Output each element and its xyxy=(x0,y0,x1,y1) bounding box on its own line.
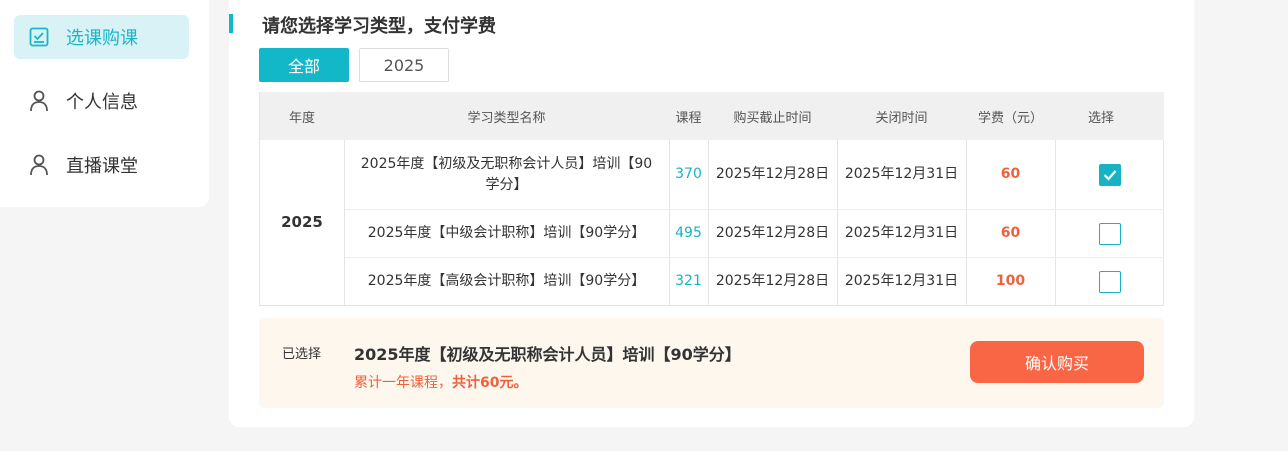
selected-label: 已选择 xyxy=(282,347,322,362)
sidebar-item-label: 直播课堂 xyxy=(66,156,138,177)
purchase-deadline: 2025年12月28日 xyxy=(715,273,830,289)
tab-all[interactable]: 全部 xyxy=(259,48,349,82)
close-time: 2025年12月31日 xyxy=(844,166,959,182)
check-icon xyxy=(1103,169,1116,181)
select-cell xyxy=(1055,140,1164,209)
sidebar: 选课购课 个人信息 直播课堂 xyxy=(0,0,209,207)
close-time: 2025年12月31日 xyxy=(844,225,959,241)
user-icon xyxy=(28,154,50,176)
lesson-count[interactable]: 495 xyxy=(669,210,708,257)
checklist-icon xyxy=(28,26,50,48)
header-year: 年度 xyxy=(288,110,315,126)
lesson-count[interactable]: 370 xyxy=(669,140,708,209)
header-select: 选择 xyxy=(1087,110,1114,126)
close-time: 2025年12月31日 xyxy=(844,273,959,289)
select-checkbox[interactable] xyxy=(1098,222,1121,245)
tab-2025[interactable]: 2025 xyxy=(359,48,449,82)
course-type-name: 2025年度【中级会计职称】培训【90学分】 xyxy=(367,225,646,241)
purchase-deadline: 2025年12月28日 xyxy=(715,166,830,182)
sidebar-item-label: 个人信息 xyxy=(66,92,138,113)
sidebar-item-label: 选课购课 xyxy=(66,28,138,49)
header-type-name: 学习类型名称 xyxy=(467,110,546,126)
purchase-deadline: 2025年12月28日 xyxy=(715,225,830,241)
course-type-name: 2025年度【初级及无职称会计人员】培训【90学分】 xyxy=(360,155,653,193)
select-checkbox[interactable] xyxy=(1098,270,1121,293)
header-lessons: 课程 xyxy=(675,110,702,126)
confirm-purchase-button[interactable]: 确认购买 xyxy=(970,341,1144,383)
selection-summary: 已选择 2025年度【初级及无职称会计人员】培训【90学分】 累计一年课程，共计… xyxy=(259,318,1164,408)
select-checkbox[interactable] xyxy=(1098,163,1121,186)
main-panel: 请您选择学习类型，支付学费 全部 2025 年度 学习类型名称 课程 购买截止时… xyxy=(229,0,1194,427)
sidebar-item-live-class[interactable]: 直播课堂 xyxy=(14,143,189,187)
title-accent-bar xyxy=(229,14,233,33)
fee-amount: 60 xyxy=(1000,225,1021,241)
table-header: 年度 学习类型名称 课程 购买截止时间 关闭时间 学费（元） 选择 xyxy=(260,92,1164,140)
user-icon xyxy=(28,90,50,112)
total-prefix: 累计一年课程， xyxy=(354,375,452,391)
sidebar-item-course-purchase[interactable]: 选课购课 xyxy=(14,15,189,59)
total-value: 共计60元。 xyxy=(452,375,528,391)
select-cell xyxy=(1055,210,1164,257)
header-fee: 学费（元） xyxy=(977,110,1043,126)
course-type-name: 2025年度【高级会计职称】培训【90学分】 xyxy=(367,273,646,289)
page-title: 请您选择学习类型，支付学费 xyxy=(262,16,496,37)
sidebar-item-personal-info[interactable]: 个人信息 xyxy=(14,79,189,123)
fee-amount: 100 xyxy=(995,273,1026,289)
selected-course-name: 2025年度【初级及无职称会计人员】培训【90学分】 xyxy=(354,345,741,364)
header-close-time: 关闭时间 xyxy=(875,110,928,126)
header-deadline: 购买截止时间 xyxy=(733,110,812,126)
select-cell xyxy=(1055,258,1164,305)
year-cell: 2025 xyxy=(281,213,323,231)
course-table: 年度 学习类型名称 课程 购买截止时间 关闭时间 学费（元） 选择 2025 2… xyxy=(259,92,1164,306)
fee-amount: 60 xyxy=(1000,166,1021,182)
total-text: 累计一年课程，共计60元。 xyxy=(354,372,527,392)
lesson-count[interactable]: 321 xyxy=(669,258,708,305)
